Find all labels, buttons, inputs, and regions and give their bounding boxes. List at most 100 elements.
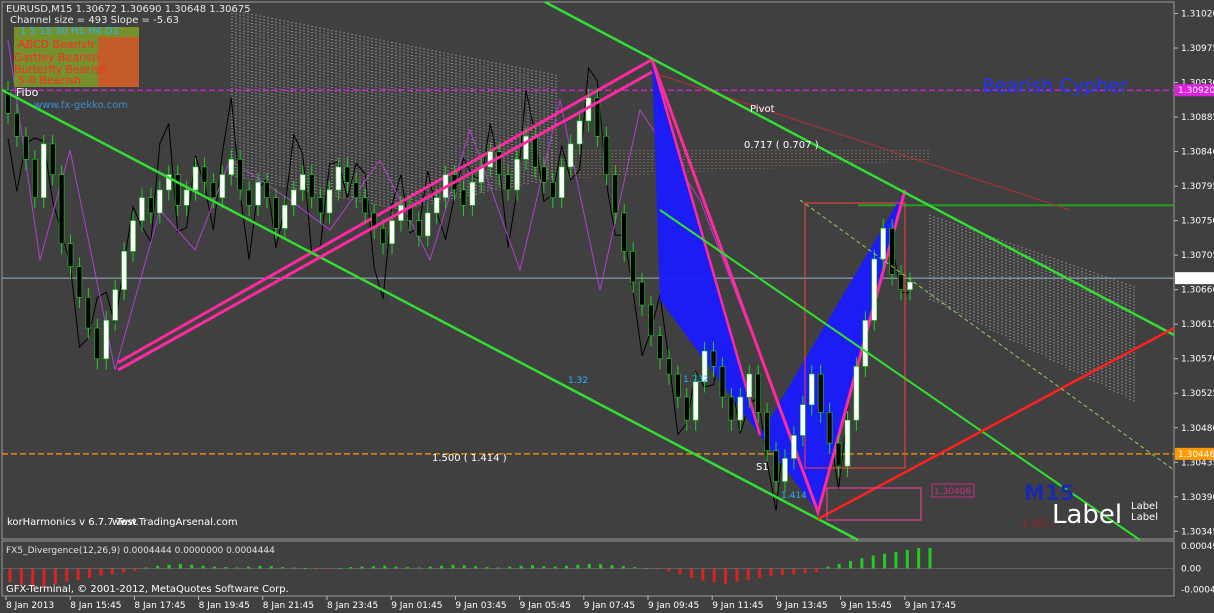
- candle-body: [148, 197, 154, 214]
- candle-body: [817, 373, 824, 413]
- candle-body: [630, 251, 636, 283]
- y-tick-label: 1.30570: [1181, 355, 1214, 365]
- candle-body: [666, 358, 672, 375]
- indicator-bar: [65, 568, 69, 582]
- candle-body: [246, 189, 252, 206]
- y-tick-label: 1.31020: [1181, 10, 1214, 20]
- candle-body: [648, 304, 654, 337]
- indicator-bar: [440, 565, 444, 569]
- indicator-bar: [769, 568, 773, 576]
- indicator-bar: [360, 566, 364, 569]
- candle-body: [282, 204, 288, 229]
- candle-body: [514, 158, 520, 191]
- indicator-bar: [167, 564, 171, 569]
- candle-body: [380, 228, 386, 244]
- candle-body: [880, 228, 887, 260]
- x-tick-label: 9 Jan 01:45: [391, 601, 442, 611]
- y-tick-label: 1.30705: [1181, 251, 1214, 261]
- candle-body: [103, 320, 110, 360]
- indicator-bar: [746, 568, 750, 580]
- indicator-bar: [860, 558, 864, 569]
- candle-body: [862, 320, 869, 367]
- indicator-bar: [894, 551, 898, 569]
- y-tick-label: 1.30885: [1181, 113, 1214, 123]
- indicator-bar: [621, 566, 625, 569]
- indicator-bar: [814, 568, 818, 573]
- orange-price-tag: 1.30446: [1178, 450, 1214, 460]
- indicator-bar: [724, 568, 728, 584]
- candle-body: [433, 197, 440, 214]
- x-tick-label: 9 Jan 11:45: [712, 601, 763, 611]
- ratio-small2-label: 1.32: [568, 376, 588, 386]
- x-tick-label: 8 Jan 19:45: [199, 601, 250, 611]
- indicator-bar: [610, 565, 614, 569]
- indicator-bar: [371, 566, 375, 569]
- indicator-bar: [871, 555, 875, 569]
- indicator-bar: [905, 549, 909, 569]
- candle-body: [157, 189, 163, 214]
- candle-body: [603, 135, 610, 175]
- candle-body: [737, 396, 744, 421]
- candle-body: [424, 212, 431, 237]
- indicator-bar: [190, 564, 194, 569]
- indicator-bar: [19, 568, 23, 585]
- candle-body: [835, 442, 842, 467]
- pivot-label: Pivot: [750, 104, 775, 115]
- x-tick-label: 9 Jan 17:45: [905, 601, 956, 611]
- candle-body: [389, 220, 395, 244]
- indicator-bar: [122, 568, 126, 573]
- channel-info: Channel size = 493 Slope = -5.63: [10, 15, 179, 26]
- copyright: GFX-Terminal, © 2001-2012, MetaQuotes So…: [6, 584, 289, 595]
- candle-body: [130, 220, 136, 252]
- candle-body: [183, 189, 190, 206]
- indicator-bar: [883, 553, 887, 569]
- indicator-bar: [110, 568, 114, 575]
- indicator-bar: [156, 565, 160, 569]
- candle-body: [308, 174, 315, 198]
- candle-body: [23, 135, 29, 160]
- indicator-bar: [667, 568, 671, 572]
- indicator-bar: [201, 565, 205, 569]
- y-tick-label: 1.30840: [1181, 148, 1214, 158]
- y-tick-label: 1.30525: [1181, 389, 1214, 399]
- candle-body: [112, 289, 118, 321]
- indicator-bar: [689, 568, 693, 578]
- candle-body: [612, 174, 619, 214]
- indicator-bar: [848, 561, 852, 569]
- indicator-bar: [247, 566, 251, 569]
- small-label-1: Label: [1131, 501, 1158, 512]
- indicator-bar: [178, 563, 182, 569]
- y-tick-label: 1.30750: [1181, 217, 1214, 227]
- candle-body: [746, 373, 753, 398]
- small-label-2: Label: [1131, 512, 1158, 523]
- y-tick-label: 1.30975: [1181, 44, 1214, 54]
- candle-body: [237, 158, 243, 191]
- candle-body: [675, 373, 681, 398]
- candle-body: [639, 281, 645, 306]
- candle-body: [719, 366, 726, 398]
- indicator-bar: [928, 548, 932, 569]
- candle-body: [460, 189, 467, 206]
- candle-body: [335, 166, 342, 191]
- candle-body: [273, 197, 279, 229]
- indicator-bar: [428, 566, 432, 569]
- candle-body: [290, 189, 297, 206]
- x-tick-label: 8 Jan 23:45: [327, 601, 378, 611]
- indicator-bar: [565, 565, 569, 569]
- candle-body: [871, 258, 878, 321]
- x-tick-label: 9 Jan 03:45: [455, 601, 506, 611]
- candle-body: [192, 166, 199, 191]
- candle-body: [728, 396, 735, 421]
- candle-body: [326, 189, 333, 214]
- indicator-bar: [599, 564, 603, 569]
- website-link[interactable]: www.fx-gekko.com: [34, 100, 128, 111]
- y-tick-label: 1.30660: [1181, 286, 1214, 296]
- candle-body: [201, 166, 208, 183]
- ratio-top-label: 0.717 ( 0.707 ): [744, 140, 819, 151]
- x-tick-label: 9 Jan 07:45: [584, 601, 635, 611]
- candle-body: [58, 174, 65, 244]
- ratio-mid2-label: 1.732: [683, 375, 709, 385]
- x-tick-label: 9 Jan 09:45: [648, 601, 699, 611]
- price-chart[interactable]: 1.310201.309751.309301.308851.308401.307…: [0, 0, 1214, 613]
- indicator-bar: [53, 568, 57, 584]
